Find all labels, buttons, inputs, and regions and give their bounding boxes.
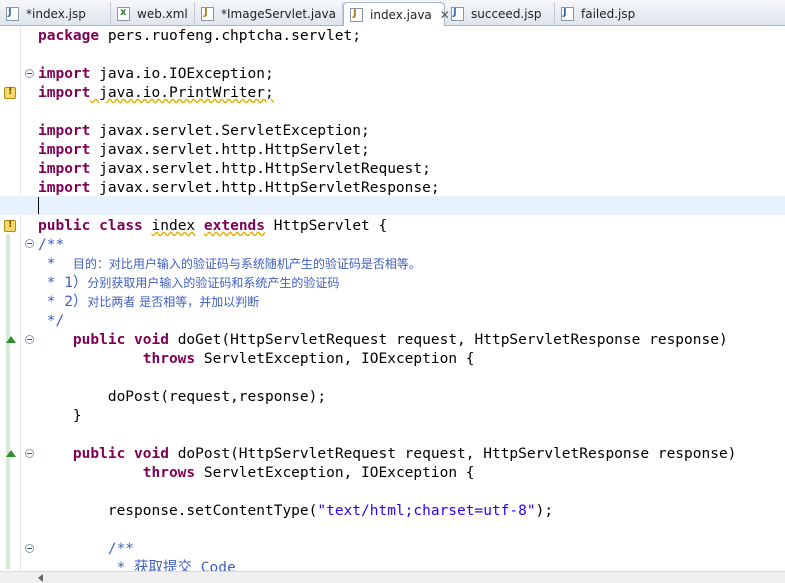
warning-icon[interactable] bbox=[4, 219, 16, 232]
code-line-dopost: public void doPost(HttpServletRequest re… bbox=[72, 446, 737, 462]
fold-collapse-icon[interactable] bbox=[25, 449, 34, 458]
fold-collapse-icon[interactable] bbox=[25, 239, 34, 248]
jsp-file-icon bbox=[561, 6, 574, 21]
code-line-import: import javax.servlet.http.HttpServlet; bbox=[38, 142, 370, 158]
code-line-import: import java.io.PrintWriter; bbox=[38, 85, 274, 101]
code-line-comment: * 2）对比两者 是否相等，并加以判断 bbox=[38, 294, 260, 310]
tab-failed-jsp[interactable]: failed.jsp bbox=[555, 2, 655, 25]
code-line-throws: throws ServletException, IOException { bbox=[142, 465, 475, 481]
tab-index-jsp[interactable]: *index.jsp bbox=[0, 2, 111, 25]
code-line-throws: throws ServletException, IOException { bbox=[142, 351, 475, 367]
annotation-ruler bbox=[0, 26, 21, 571]
tab-label: failed.jsp bbox=[581, 6, 636, 21]
editor-tab-bar: *index.jsp web.xml *ImageServlet.java in… bbox=[0, 0, 785, 26]
code-line-comment: */ bbox=[38, 313, 65, 329]
tab-succeed-jsp[interactable]: succeed.jsp bbox=[445, 2, 555, 25]
change-ruler-bar bbox=[6, 234, 10, 569]
jsp-file-icon bbox=[6, 6, 19, 21]
code-line-comment: * 1）分别获取用户输入的验证码和系统产生的验证码 bbox=[38, 275, 340, 291]
tab-web-xml[interactable]: web.xml bbox=[111, 2, 195, 25]
current-line-highlight bbox=[0, 196, 785, 215]
fold-collapse-icon[interactable] bbox=[25, 544, 34, 553]
code-line-call: doPost(request,response); bbox=[107, 389, 327, 405]
java-file-icon bbox=[201, 6, 214, 21]
jsp-file-icon bbox=[451, 6, 464, 21]
code-line-doget: public void doGet(HttpServletRequest req… bbox=[72, 332, 728, 348]
code-line-import: import javax.servlet.http.HttpServletRes… bbox=[38, 180, 440, 196]
code-line-setcontenttype: response.setContentType("text/html;chars… bbox=[107, 503, 554, 519]
override-marker-icon[interactable] bbox=[6, 336, 16, 343]
tab-imageservlet-java[interactable]: *ImageServlet.java bbox=[195, 2, 343, 25]
scroll-left-icon[interactable] bbox=[38, 574, 43, 582]
code-line-class: public class index extends HttpServlet { bbox=[38, 218, 388, 234]
code-line-import: import java.io.IOException; bbox=[38, 66, 274, 82]
code-line-import: import javax.servlet.ServletException; bbox=[38, 123, 370, 139]
code-line-comment: * 获取提交 Code bbox=[107, 560, 236, 571]
code-editor[interactable]: package pers.ruofeng.chptcha.servlet; im… bbox=[0, 26, 785, 571]
fold-collapse-icon[interactable] bbox=[25, 335, 34, 344]
horizontal-scrollbar[interactable] bbox=[0, 571, 785, 583]
tab-label: *index.jsp bbox=[26, 6, 86, 21]
tab-label: *ImageServlet.java bbox=[221, 6, 336, 21]
text-caret bbox=[38, 197, 39, 214]
tab-label: web.xml bbox=[137, 6, 188, 21]
xml-file-icon bbox=[117, 6, 130, 21]
code-line-comment: /** bbox=[38, 237, 65, 253]
override-marker-icon[interactable] bbox=[6, 450, 16, 457]
tab-index-java[interactable]: index.java ✕ bbox=[343, 2, 450, 26]
code-line-package: package pers.ruofeng.chptcha.servlet; bbox=[38, 28, 362, 44]
fold-collapse-icon[interactable] bbox=[25, 69, 34, 78]
tab-label: index.java bbox=[370, 7, 432, 22]
tab-label: succeed.jsp bbox=[471, 6, 542, 21]
java-file-icon bbox=[350, 7, 363, 22]
code-line-import: import javax.servlet.http.HttpServletReq… bbox=[38, 161, 431, 177]
code-line-brace: } bbox=[72, 408, 82, 424]
code-line-comment: * 目的：对比用户输入的验证码与系统随机产生的验证码是否相等。 bbox=[38, 256, 421, 272]
warning-icon[interactable] bbox=[4, 86, 16, 99]
code-line-comment: /** bbox=[107, 541, 135, 557]
